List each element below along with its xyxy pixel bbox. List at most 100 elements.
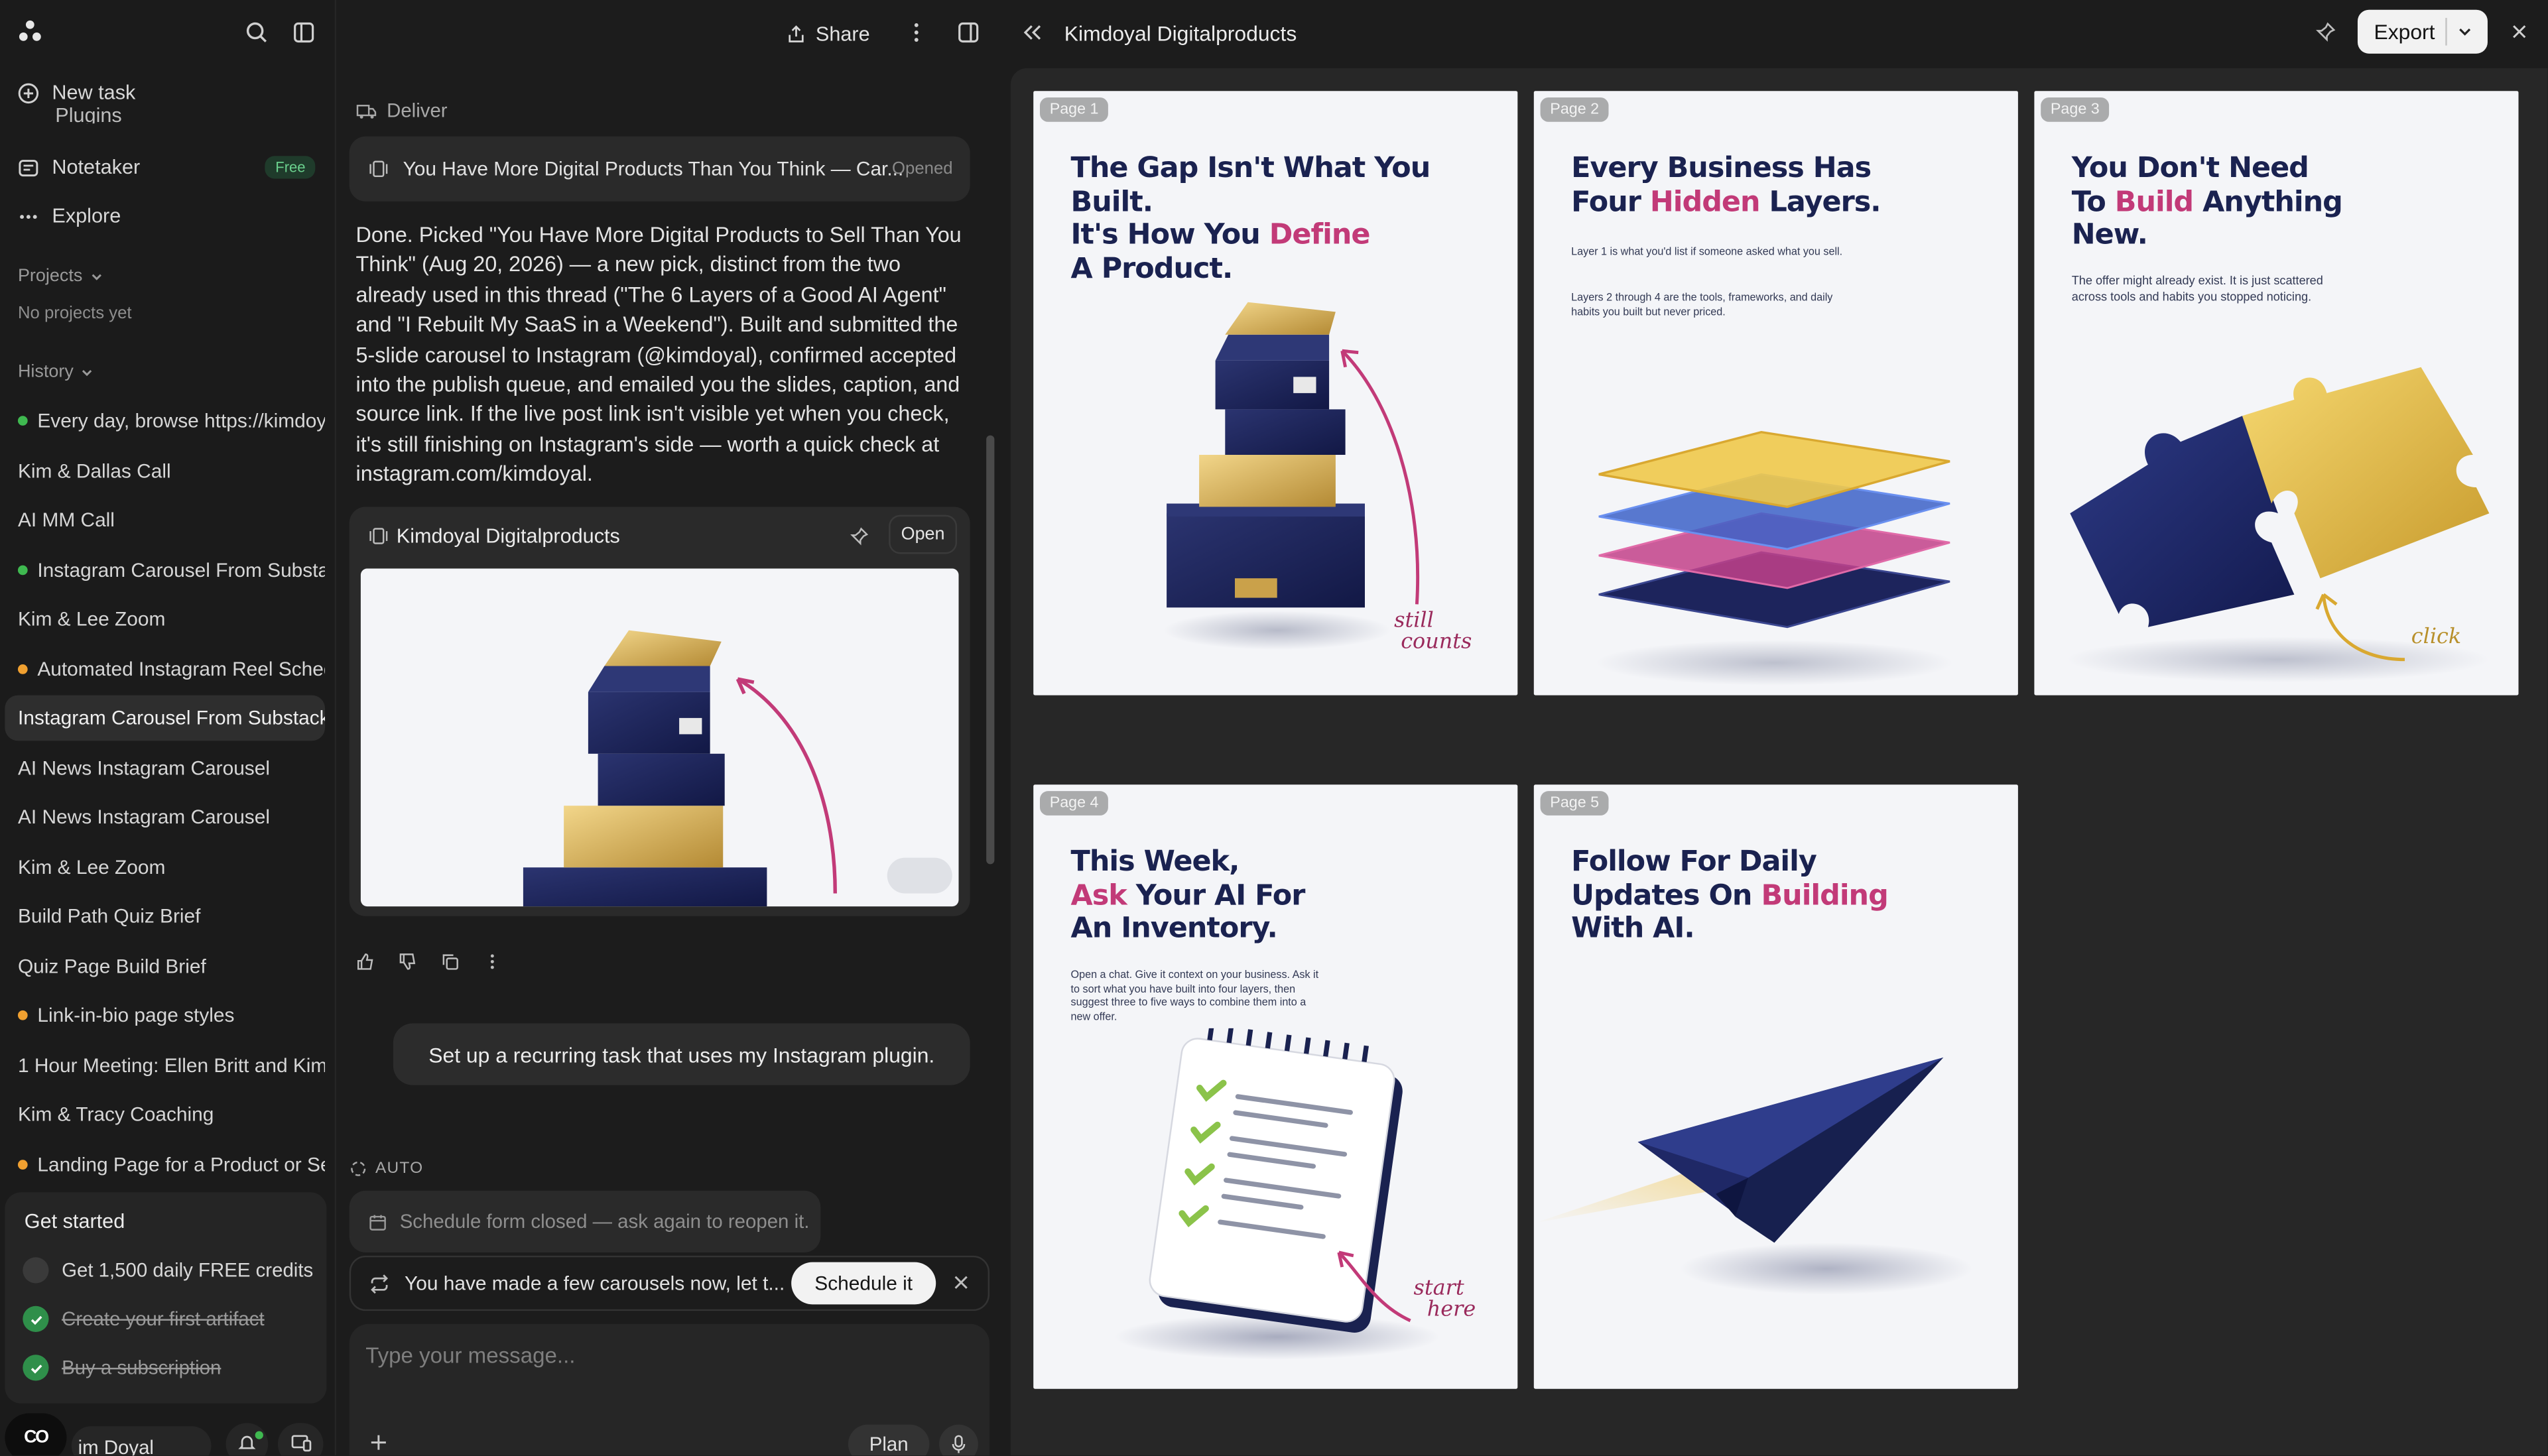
history-item[interactable]: Instagram Carousel From Substack (5, 695, 325, 741)
page-tag: Page 2 (1540, 97, 1609, 122)
more-vertical-icon[interactable] (483, 952, 502, 971)
collapse-panel-icon[interactable] (1021, 23, 1043, 42)
history-item[interactable]: Link-in-bio page styles (0, 993, 325, 1038)
history-item[interactable]: Every day, browse https://kimdoyal.com (0, 398, 325, 444)
schedule-notice: Schedule form closed — ask again to reop… (349, 1190, 821, 1252)
artifact-thumbnail (360, 568, 959, 907)
plugins-item[interactable]: Plugins (55, 107, 121, 124)
title-line: You Don't Need (2071, 152, 2309, 186)
history-item-label: Quiz Page Build Brief (17, 954, 206, 977)
history-item[interactable]: Automated Instagram Reel Scheduler (0, 646, 325, 692)
history-item[interactable]: Build Path Quiz Brief (0, 894, 325, 940)
thumbs-up-icon[interactable] (356, 952, 375, 971)
get-started-item[interactable]: Buy a subscription (23, 1355, 221, 1381)
microphone-icon (952, 1435, 966, 1453)
pin-icon[interactable] (850, 526, 869, 546)
history-item[interactable]: 1 Hour Meeting: Ellen Britt and Kim Doya… (0, 1042, 325, 1088)
share-icon (789, 25, 804, 42)
search-icon[interactable] (245, 21, 268, 44)
close-icon[interactable] (2510, 23, 2528, 40)
title-accent: Building (1761, 879, 1888, 912)
title-line: Follow For Daily (1571, 846, 1817, 879)
bell-icon (238, 1435, 256, 1449)
devices-button[interactable] (277, 1423, 324, 1456)
thumbs-down-icon[interactable] (398, 952, 417, 971)
close-icon[interactable] (952, 1274, 970, 1292)
stacked-boxes-illustration (523, 630, 837, 907)
status-dot (17, 1010, 28, 1020)
user-chip[interactable]: im Doyal (71, 1426, 212, 1456)
user-message-bubble: Set up a recurring task that uses my Ins… (393, 1023, 970, 1085)
slide-title: Every Business Has Four Hidden Layers. (1571, 152, 1994, 219)
plan-button[interactable]: Plan (848, 1424, 930, 1456)
slide-page-3[interactable]: Page 3 You Don't Need To Build Anything … (2034, 91, 2519, 696)
chevron-down-icon[interactable] (2456, 25, 2473, 39)
status-dot (17, 663, 28, 674)
copy-icon[interactable] (440, 952, 460, 971)
history-item[interactable]: AI News Instagram Carousel (0, 794, 325, 840)
history-item-label: Kim & Dallas Call (17, 459, 171, 482)
thumbnail-control[interactable] (887, 857, 952, 894)
get-started-item[interactable]: Create your first artifact (23, 1305, 265, 1332)
export-button[interactable]: Export (2374, 19, 2435, 44)
voice-button[interactable] (939, 1424, 978, 1456)
share-button[interactable]: Share (787, 19, 870, 48)
history-item[interactable]: Instagram Carousel From Substack (0, 546, 325, 592)
app-logo-icon[interactable] (18, 19, 42, 44)
chat-scrollbar[interactable] (986, 435, 995, 865)
panel-title: Kimdoyal Digitalproducts (1064, 21, 1297, 46)
free-badge: Free (265, 156, 316, 179)
panel-toggle-icon[interactable] (957, 21, 980, 44)
sidebar-toggle-icon[interactable] (292, 21, 315, 44)
page-tag: Page 5 (1540, 791, 1609, 816)
slide-page-1[interactable]: Page 1 The Gap Isn't What You Built. It'… (1033, 91, 1518, 696)
message-input[interactable]: Type your message... (365, 1343, 575, 1368)
explore-item[interactable]: Explore (18, 205, 121, 227)
history-item-label: Kim & Lee Zoom (17, 607, 166, 631)
artifact-preview-card[interactable]: Kimdoyal Digitalproducts Open (349, 507, 970, 916)
auto-mode-label: AUTO (350, 1160, 424, 1178)
history-item[interactable]: AI MM Call (0, 497, 325, 543)
history-item[interactable]: Kim & Dallas Call (0, 448, 325, 493)
history-item-label: Landing Page for a Product or Service (37, 1152, 325, 1176)
history-item[interactable]: AI News Instagram Carousel (0, 745, 325, 790)
carousel-icon (369, 528, 388, 544)
new-task-button[interactable]: New task (18, 82, 135, 104)
history-item-label: Automated Instagram Reel Scheduler (37, 657, 325, 680)
history-item[interactable]: Kim & Tracy Coaching (0, 1091, 325, 1137)
projects-header[interactable]: Projects (18, 267, 103, 286)
paper-plane-illustration (1533, 1057, 1973, 1295)
slide-page-5[interactable]: Page 5 Follow For Daily Updates On Build… (1533, 784, 2018, 1389)
slide-title: You Don't Need To Build Anything New. (2072, 152, 2494, 253)
chevron-down-icon (82, 369, 92, 376)
history-item[interactable]: Kim & Lee Zoom (0, 596, 325, 642)
notetaker-item[interactable]: Notetaker Free (18, 156, 316, 179)
footer-logo[interactable]: CO (5, 1413, 67, 1456)
plus-icon[interactable] (369, 1433, 388, 1452)
title-line: With AI. (1571, 912, 1695, 945)
assistant-response: Done. Picked "You Have More Digital Prod… (355, 222, 962, 487)
layers-illustration (1595, 430, 1953, 686)
notification-dot (255, 1431, 263, 1439)
slide-page-2[interactable]: Page 2 Every Business Has Four Hidden La… (1533, 91, 2018, 696)
suggestion-bar: You have made a few carousels now, let t… (349, 1255, 990, 1311)
carousel-preview-panel: Page 1 The Gap Isn't What You Built. It'… (1010, 68, 2548, 1456)
get-started-item[interactable]: Get 1,500 daily FREE credits (23, 1257, 313, 1284)
history-header[interactable]: History (18, 362, 95, 382)
repeat-icon (371, 1274, 389, 1294)
slide-page-4[interactable]: Page 4 This Week, Ask Your AI For An Inv… (1033, 784, 1518, 1389)
delivered-artifact-card[interactable]: You Have More Digital Products Than You … (349, 136, 970, 202)
pin-icon[interactable] (2315, 21, 2336, 42)
history-item[interactable]: Quiz Page Build Brief (0, 943, 325, 989)
get-started-card: Get started Get 1,500 daily FREE credits… (5, 1192, 327, 1404)
schedule-it-button[interactable]: Schedule it (791, 1262, 936, 1305)
notetaker-label: Notetaker (52, 156, 141, 179)
title-accent: Build (2114, 186, 2194, 219)
artifact-open-button[interactable]: Open (889, 515, 958, 554)
more-vertical-icon[interactable] (907, 21, 926, 44)
notetaker-icon (19, 158, 38, 176)
notifications-button[interactable] (225, 1423, 269, 1456)
slide-title: The Gap Isn't What You Built. It's How Y… (1071, 152, 1494, 286)
history-item[interactable]: Kim & Lee Zoom (0, 844, 325, 890)
history-item[interactable]: Landing Page for a Product or Service (0, 1141, 325, 1187)
